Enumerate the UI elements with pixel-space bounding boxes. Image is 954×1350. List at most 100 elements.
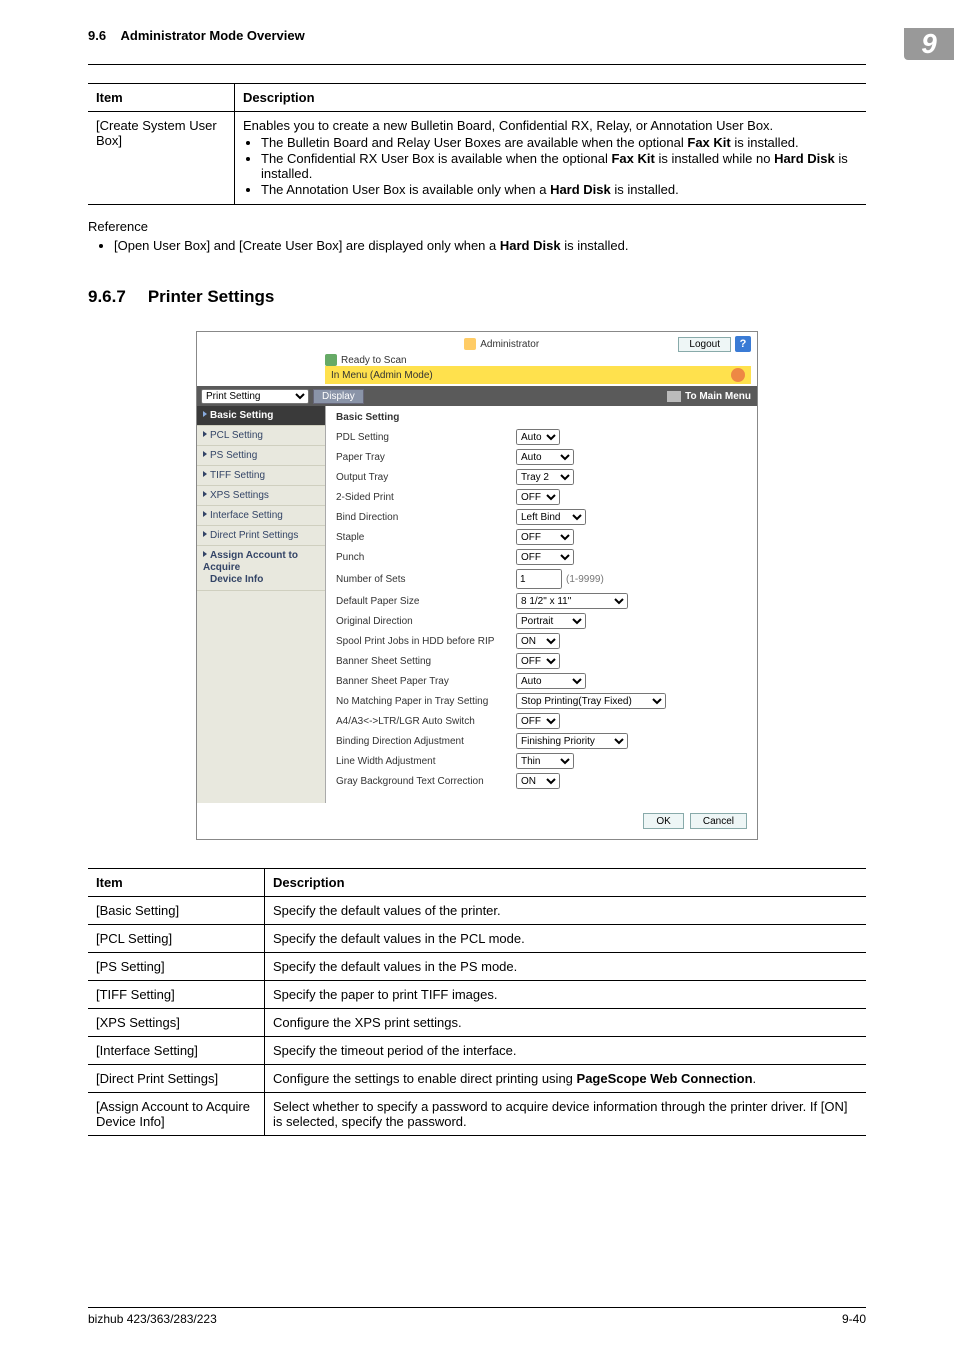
desc-lead: Enables you to create a new Bulletin Boa… [243,118,773,133]
field-label: Number of Sets [336,574,516,585]
list-item: The Bulletin Board and Relay User Boxes … [261,135,858,150]
a4a3-select[interactable]: OFF [516,713,560,729]
footer-left: bizhub 423/363/283/223 [88,1312,217,1326]
field-label: Banner Sheet Paper Tray [336,676,516,687]
nomatch-select[interactable]: Stop Printing(Tray Fixed) [516,693,666,709]
ok-button[interactable]: OK [643,813,683,829]
printer-settings-screenshot: Administrator Logout ? Ready to Scan In … [196,331,758,840]
list-item: The Annotation User Box is available onl… [261,182,858,197]
table-row: [XPS Settings]Configure the XPS print se… [88,1009,866,1037]
sidebar-item-assign-account[interactable]: Assign Account to AcquireDevice Info [197,546,325,591]
status-icon [325,354,337,366]
refresh-icon[interactable] [731,368,745,382]
sidebar-item-ps[interactable]: PS Setting [197,446,325,466]
table-row: [Direct Print Settings] Configure the se… [88,1065,866,1093]
table-row: [Basic Setting]Specify the default value… [88,897,866,925]
table-row: [Assign Account to Acquire Device Info] … [88,1093,866,1136]
field-label: Spool Print Jobs in HDD before RIP [336,636,516,647]
cell-desc: Specify the paper to print TIFF images. [265,981,867,1009]
papertray-select[interactable]: Auto [516,449,574,465]
table-row: [TIFF Setting]Specify the paper to print… [88,981,866,1009]
field-label: PDL Setting [336,432,516,443]
cell-desc: Specify the timeout period of the interf… [265,1037,867,1065]
cell-desc: Specify the default values of the printe… [265,897,867,925]
table-row: [Interface Setting]Specify the timeout p… [88,1037,866,1065]
field-label: A4/A3<->LTR/LGR Auto Switch [336,716,516,727]
status-text: Ready to Scan [341,355,407,366]
defpaper-select[interactable]: 8 1/2" x 11" [516,593,628,609]
header-section-no: 9.6 [88,28,106,43]
sidebar-item-basic[interactable]: Basic Setting [197,406,325,426]
linewidth-select[interactable]: Thin [516,753,574,769]
field-label: Staple [336,532,516,543]
table-row: [PCL Setting]Specify the default values … [88,925,866,953]
bindadj-select[interactable]: Finishing Priority [516,733,628,749]
cell-desc: Configure the XPS print settings. [265,1009,867,1037]
outputtray-select[interactable]: Tray 2 [516,469,574,485]
field-label: Original Direction [336,616,516,627]
th-item: Item [88,84,235,112]
th-description: Description [265,869,867,897]
field-label: Line Width Adjustment [336,756,516,767]
admin-label: Administrator [480,339,539,350]
cancel-button[interactable]: Cancel [690,813,747,829]
cell-item: [Interface Setting] [88,1037,265,1065]
field-label: Default Paper Size [336,596,516,607]
cell-item: [PS Setting] [88,953,265,981]
banner-select[interactable]: OFF [516,653,560,669]
page-footer: bizhub 423/363/283/223 9-40 [88,1307,866,1326]
sidebar-item-direct-print[interactable]: Direct Print Settings [197,526,325,546]
settings-sidebar: Basic Setting PCL Setting PS Setting TIF… [197,406,326,803]
cell-item: [Assign Account to Acquire Device Info] [88,1093,265,1136]
graybg-select[interactable]: ON [516,773,560,789]
sidebar-item-tiff[interactable]: TIFF Setting [197,466,325,486]
page-header: 9.6 Administrator Mode Overview [88,28,305,43]
list-item: The Confidential RX User Box is availabl… [261,151,858,181]
staple-select[interactable]: OFF [516,529,574,545]
user-icon [464,338,476,350]
reference-item: [Open User Box] and [Create User Box] ar… [114,238,866,253]
field-label: No Matching Paper in Tray Setting [336,696,516,707]
reference-block: Reference [Open User Box] and [Create Us… [88,219,866,253]
table-row: [PS Setting]Specify the default values i… [88,953,866,981]
display-button[interactable]: Display [313,389,364,404]
field-label: Gray Background Text Correction [336,776,516,787]
sidebar-item-pcl[interactable]: PCL Setting [197,426,325,446]
help-icon[interactable]: ? [735,336,751,352]
header-title-text: Administrator Mode Overview [121,28,305,43]
cell-item: [PCL Setting] [88,925,265,953]
category-select[interactable]: Print Setting [201,389,309,404]
sidebar-item-xps[interactable]: XPS Settings [197,486,325,506]
footer-right: 9-40 [842,1312,866,1326]
spool-select[interactable]: ON [516,633,560,649]
to-main-menu-link[interactable]: To Main Menu [667,391,751,402]
cell-description: Enables you to create a new Bulletin Boa… [235,112,867,205]
twosided-select[interactable]: OFF [516,489,560,505]
reference-label: Reference [88,219,866,234]
cell-item: [Direct Print Settings] [88,1065,265,1093]
pdl-select[interactable]: Auto [516,429,560,445]
numsets-input[interactable] [516,569,562,589]
bannertray-select[interactable]: Auto [516,673,586,689]
printer-settings-table: Item Description [Basic Setting]Specify … [88,868,866,1136]
th-item: Item [88,869,265,897]
binddir-select[interactable]: Left Bind [516,509,586,525]
cell-item: [Create System User Box] [88,112,235,205]
section-number: 9.6.7 [88,287,126,307]
punch-select[interactable]: OFF [516,549,574,565]
table-row: [Create System User Box] Enables you to … [88,112,866,205]
cell-item: [Basic Setting] [88,897,265,925]
cell-desc: Specify the default values in the PS mod… [265,953,867,981]
cell-desc: Configure the settings to enable direct … [265,1065,867,1093]
logout-button[interactable]: Logout [678,337,731,352]
section-title: Printer Settings [148,287,275,307]
origdir-select[interactable]: Portrait [516,613,586,629]
pane-title: Basic Setting [336,412,747,423]
cell-desc: Specify the default values in the PCL mo… [265,925,867,953]
main-menu-icon [667,391,681,402]
sidebar-item-interface[interactable]: Interface Setting [197,506,325,526]
desc-bullets: The Bulletin Board and Relay User Boxes … [243,135,858,197]
field-label: Paper Tray [336,452,516,463]
mode-bar-text: In Menu (Admin Mode) [331,370,433,381]
field-label: 2-Sided Print [336,492,516,503]
